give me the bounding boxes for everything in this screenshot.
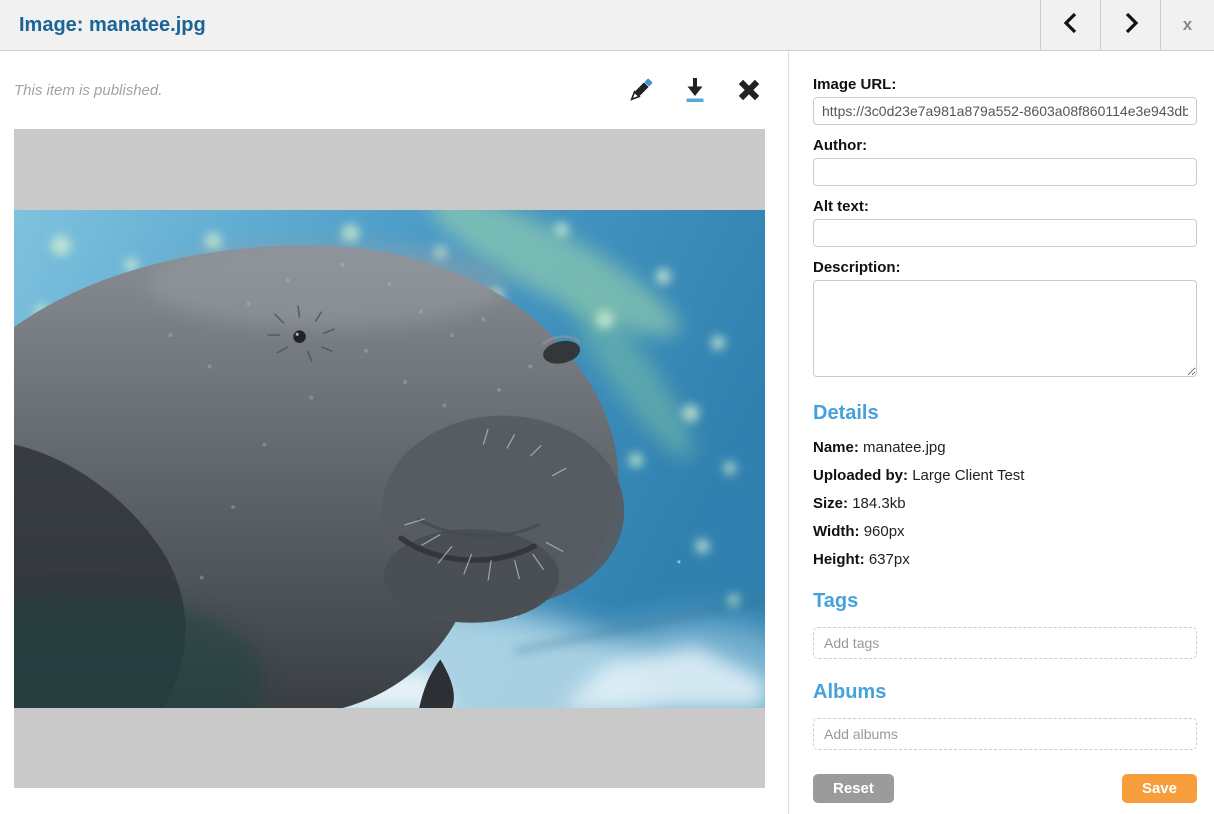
author-label: Author: bbox=[813, 136, 1197, 156]
albums-heading: Albums bbox=[813, 681, 1197, 704]
image-stage bbox=[14, 129, 765, 788]
alt-text-field-group: Alt text: bbox=[813, 197, 1197, 247]
previous-image-button[interactable] bbox=[1040, 0, 1100, 50]
alt-text-label: Alt text: bbox=[813, 197, 1197, 217]
author-field-group: Author: bbox=[813, 136, 1197, 186]
manatee-photo[interactable] bbox=[14, 210, 765, 708]
close-x-icon: x bbox=[1183, 15, 1192, 35]
tags-heading: Tags bbox=[813, 590, 1197, 613]
add-tags-input[interactable] bbox=[813, 627, 1197, 659]
published-status-text: This item is published. bbox=[14, 82, 162, 99]
add-albums-input[interactable] bbox=[813, 718, 1197, 750]
page-title: Image: manatee.jpg bbox=[0, 0, 206, 50]
chevron-left-icon bbox=[1060, 10, 1082, 41]
detail-row-size: Size: 184.3kb bbox=[813, 495, 1197, 512]
image-url-label: Image URL: bbox=[813, 75, 1197, 95]
author-input[interactable] bbox=[813, 158, 1197, 186]
remove-x-icon[interactable] bbox=[735, 76, 763, 104]
image-preview-panel: This item is published. bbox=[0, 51, 789, 814]
detail-row-width: Width: 960px bbox=[813, 523, 1197, 540]
image-url-input[interactable] bbox=[813, 97, 1197, 125]
download-icon[interactable] bbox=[682, 76, 708, 104]
description-textarea[interactable] bbox=[813, 280, 1197, 377]
action-buttons-row: Reset Save bbox=[813, 774, 1197, 803]
next-image-button[interactable] bbox=[1100, 0, 1160, 50]
image-detail-modal: Image: manatee.jpg x This item is publis… bbox=[0, 0, 1214, 814]
detail-row-uploaded-by: Uploaded by: Large Client Test bbox=[813, 467, 1197, 484]
modal-header: Image: manatee.jpg x bbox=[0, 0, 1214, 51]
close-modal-button[interactable]: x bbox=[1160, 0, 1214, 50]
image-meta-sidebar: Image URL: Author: Alt text: Description… bbox=[789, 51, 1214, 814]
detail-row-height: Height: 637px bbox=[813, 551, 1197, 568]
chevron-right-icon bbox=[1120, 10, 1142, 41]
edit-pencil-icon[interactable] bbox=[627, 76, 655, 104]
header-nav: x bbox=[1040, 0, 1214, 50]
details-heading: Details bbox=[813, 402, 1197, 425]
reset-button[interactable]: Reset bbox=[813, 774, 894, 803]
description-label: Description: bbox=[813, 258, 1197, 278]
alt-text-input[interactable] bbox=[813, 219, 1197, 247]
save-button[interactable]: Save bbox=[1122, 774, 1197, 803]
image-url-field-group: Image URL: bbox=[813, 75, 1197, 125]
description-field-group: Description: bbox=[813, 258, 1197, 382]
detail-row-name: Name: manatee.jpg bbox=[813, 439, 1197, 456]
